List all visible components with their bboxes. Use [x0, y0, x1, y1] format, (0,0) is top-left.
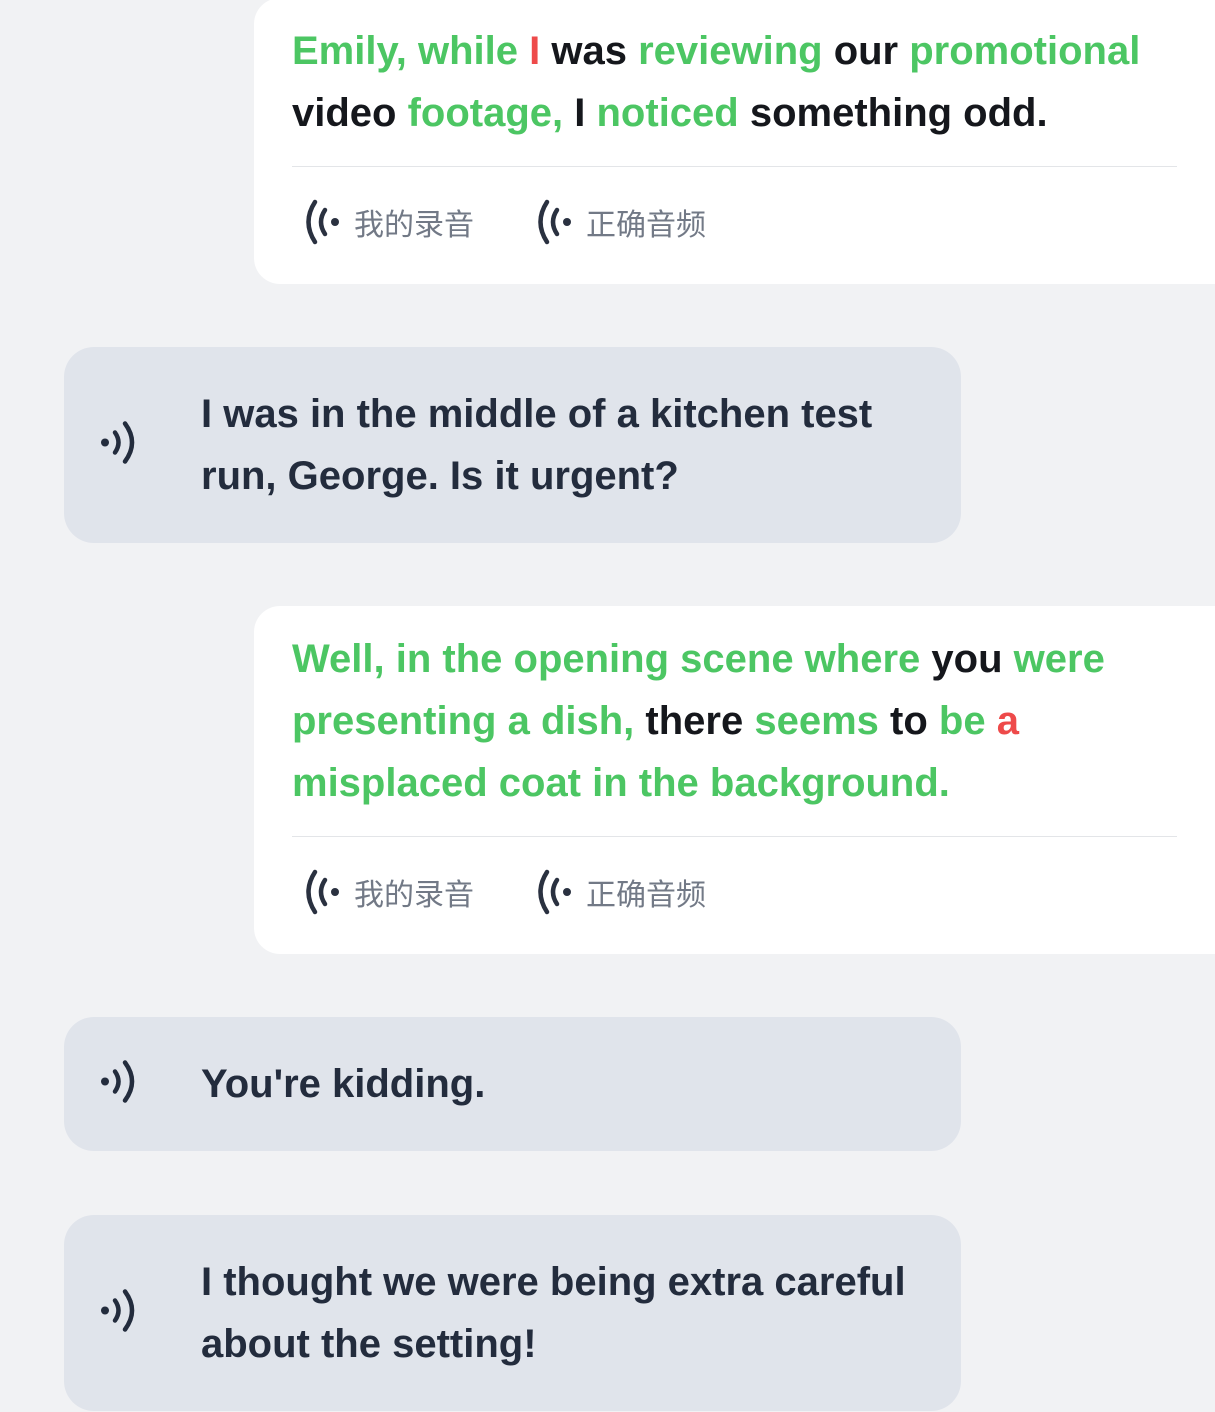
assistant-message-bubble: I was in the middle of a kitchen test ru…	[64, 347, 961, 543]
assistant-message-text: I was in the middle of a kitchen test ru…	[201, 392, 873, 498]
broadcast-waves-icon	[538, 869, 571, 915]
word-segment: reviewing	[638, 29, 834, 73]
broadcast-waves-icon	[306, 199, 339, 245]
scored-sentence: Well, in the opening scene where you wer…	[292, 628, 1177, 814]
correct-audio-button[interactable]: 正确音频	[536, 869, 706, 915]
user-message-card: Emily, while I was reviewing our promoti…	[254, 0, 1215, 284]
assistant-message-text: You're kidding.	[201, 1062, 486, 1106]
user-message-card: Well, in the opening scene where you wer…	[254, 606, 1215, 954]
speaker-waves-icon	[101, 1289, 135, 1332]
broadcast-waves-icon	[538, 199, 571, 245]
scored-sentence: Emily, while I was reviewing our promoti…	[292, 20, 1177, 144]
correct-audio-button[interactable]: 正确音频	[536, 199, 706, 245]
word-segment: be	[938, 699, 997, 743]
assistant-message-text: I thought we were being extra careful ab…	[201, 1260, 906, 1366]
correct-audio-label: 正确音频	[586, 878, 706, 913]
word-segment: video	[292, 91, 408, 135]
word-segment: Well, in the opening scene where	[292, 637, 932, 681]
word-segment: seems	[754, 699, 891, 743]
speaker-waves-icon	[101, 1060, 135, 1103]
word-segment: to	[890, 699, 939, 743]
word-segment: a	[996, 699, 1031, 743]
play-audio-button[interactable]	[100, 420, 140, 471]
word-segment: I	[529, 29, 552, 73]
word-segment: footage,	[407, 91, 575, 135]
play-audio-button[interactable]	[100, 1059, 140, 1110]
word-segment: there	[645, 699, 755, 743]
assistant-message-bubble: You're kidding.	[64, 1017, 961, 1151]
assistant-message-bubble: I thought we were being extra careful ab…	[64, 1215, 961, 1411]
my-recording-button[interactable]: 我的录音	[304, 869, 474, 915]
audio-controls: 我的录音 正确音频	[292, 167, 1206, 277]
word-segment: promotional	[909, 29, 1152, 73]
word-segment: you	[931, 637, 1014, 681]
broadcast-waves-icon	[306, 869, 339, 915]
my-recording-button[interactable]: 我的录音	[304, 199, 474, 245]
word-segment: misplaced coat in the background.	[292, 761, 950, 805]
word-segment: Emily, while	[292, 29, 530, 73]
speaker-waves-icon	[101, 421, 135, 464]
audio-controls: 我的录音 正确音频	[292, 837, 1206, 947]
my-recording-label: 我的录音	[354, 208, 474, 243]
word-segment: noticed	[596, 91, 750, 135]
word-segment: was	[551, 29, 639, 73]
word-segment: I	[574, 91, 597, 135]
my-recording-label: 我的录音	[354, 878, 474, 913]
word-segment: something odd.	[749, 91, 1048, 135]
play-audio-button[interactable]	[100, 1288, 140, 1339]
correct-audio-label: 正确音频	[586, 208, 706, 243]
word-segment: our	[833, 29, 910, 73]
